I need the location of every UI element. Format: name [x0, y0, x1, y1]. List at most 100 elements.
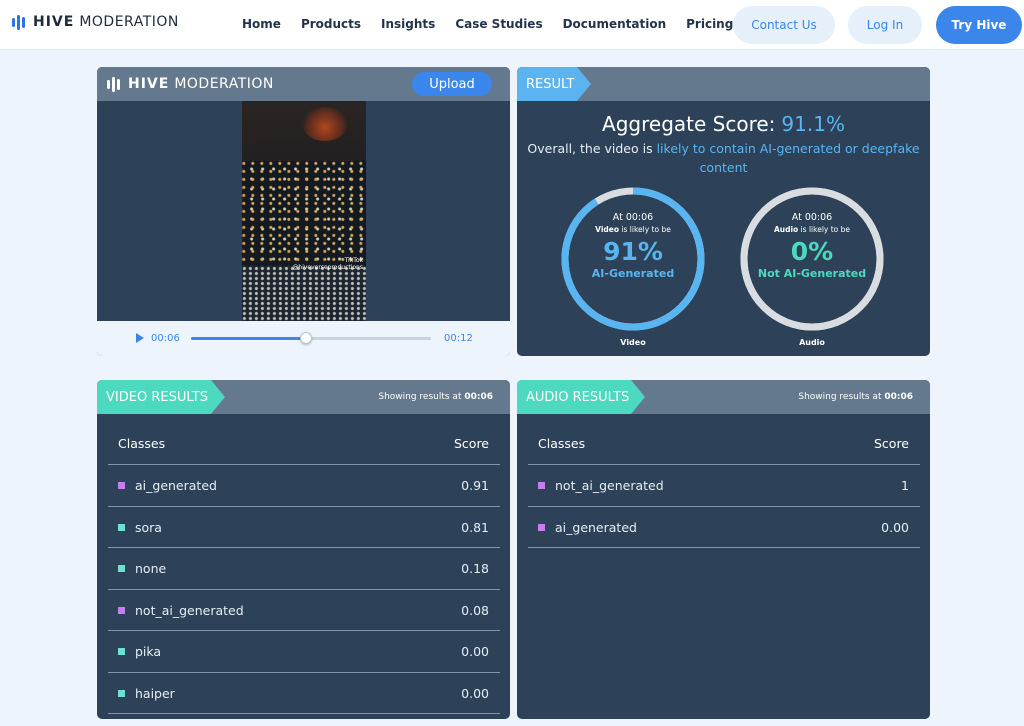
video-frame[interactable]: TikTok @hiveverseproductions [242, 101, 366, 321]
video-gauge-label: AI-Generated [591, 267, 675, 280]
overall-summary: Overall, the video is likely to contain … [527, 139, 920, 177]
table-row: ai_generated 0.00 [528, 507, 920, 548]
duration: 00:12 [444, 333, 473, 344]
overall-summary-highlight: likely to contain AI-generated or deepfa… [656, 141, 920, 175]
seek-bar[interactable] [191, 332, 431, 344]
audio-results-panel: AUDIO RESULTS Showing results at 00:06 C… [517, 380, 930, 719]
result-tag: RESULT [517, 67, 591, 101]
audio-results-rows: not_ai_generated 1 ai_generated 0.00 [528, 465, 920, 548]
player-header: HIVE MODERATION Upload [97, 67, 510, 101]
class-name: haiper [135, 685, 175, 701]
nav-links: Home Products Insights Case Studies Docu… [242, 17, 733, 31]
class-color-swatch [118, 523, 125, 531]
audio-results-showing: Showing results at 00:06 [798, 392, 913, 402]
class-score: 0.00 [461, 685, 489, 701]
hive-bars-icon [12, 14, 25, 30]
tiktok-watermark-app: TikTok [344, 257, 363, 264]
player-logo-moderation: MODERATION [174, 76, 274, 92]
class-score: 0.00 [461, 644, 489, 659]
hive-logo[interactable]: HIVE MODERATION [12, 14, 179, 30]
column-header-classes: Classes [118, 436, 166, 451]
city-lights [242, 161, 366, 271]
seek-handle[interactable] [300, 332, 312, 344]
hive-bars-icon [107, 76, 120, 92]
aggregate-score-value: 91.1% [781, 112, 845, 136]
audio-gauge-time: At 00:06 [791, 212, 833, 223]
audio-results-showing-time: 00:06 [884, 392, 913, 402]
video-results-rows: ai_generated 0.91 sora 0.81 none 0.18 not_a… [108, 465, 500, 714]
column-header-score: Score [873, 436, 909, 451]
class-name: pika [135, 644, 162, 659]
class-color-swatch [118, 482, 125, 489]
nav-link-products[interactable]: Products [301, 17, 361, 31]
seek-bar-fill [191, 337, 306, 340]
audio-gauge-kind-name: Audio [773, 225, 799, 234]
video-player-panel: HIVE MODERATION Upload TikTok @hiveverse… [97, 67, 510, 356]
audio-gauge-label: Not AI-Generated [757, 267, 867, 280]
video-lower-scene [242, 266, 366, 321]
video-gauge-kind-name: Video [595, 225, 620, 234]
class-color-swatch [118, 689, 125, 697]
tiktok-watermark-user: @hiveverseproductions [292, 264, 363, 271]
video-results-showing-time: 00:06 [464, 392, 493, 402]
class-color-swatch [538, 482, 545, 489]
logo-word-moderation: MODERATION [79, 14, 179, 30]
contact-us-button[interactable]: Contact Us [733, 6, 835, 44]
class-score: 0.91 [461, 478, 489, 493]
audio-gauge-percent: 0% [790, 237, 834, 266]
nav-link-pricing[interactable]: Pricing [686, 17, 733, 31]
audio-results-table-header: Classes Score [528, 414, 920, 465]
column-header-score: Score [453, 436, 489, 451]
player-logo: HIVE MODERATION [107, 76, 274, 92]
audio-score-gauge: At 00:06 Audio is likely to be 0% Not AI… [737, 184, 887, 334]
class-score: 0.18 [461, 561, 489, 576]
table-row: not_ai_generated 1 [528, 465, 920, 507]
table-row: ai_generated 0.91 [108, 465, 500, 507]
audio-gauge-text: At 00:06 Audio is likely to be 0% Not AI… [737, 212, 887, 281]
class-score: 1 [901, 478, 909, 493]
audio-results-tag: AUDIO RESULTS [517, 380, 645, 414]
class-score: 0.81 [461, 519, 489, 535]
class-color-swatch [538, 523, 545, 531]
class-name: ai_generated [555, 519, 637, 535]
class-name: sora [135, 519, 162, 535]
audio-gauge-caption: Audio [799, 338, 825, 347]
result-header: RESULT [517, 67, 930, 101]
class-color-swatch [118, 565, 125, 572]
audio-gauge-kind-suffix: is likely to be [798, 225, 851, 234]
video-gauge-kind: Video is likely to be [558, 224, 708, 235]
video-gauge-kind-suffix: is likely to be [619, 225, 671, 234]
nav-link-home[interactable]: Home [242, 17, 281, 31]
play-icon[interactable] [136, 333, 144, 343]
video-results-panel: VIDEO RESULTS Showing results at 00:06 C… [97, 380, 510, 719]
table-row: none 0.18 [108, 548, 500, 590]
video-gauge-text: At 00:06 Video is likely to be 91% AI-Ge… [558, 212, 708, 281]
top-navbar: HIVE MODERATION Home Products Insights C… [0, 0, 1024, 50]
try-hive-button[interactable]: Try Hive [936, 6, 1022, 44]
table-row: sora 0.81 [108, 507, 500, 548]
class-name: not_ai_generated [555, 478, 664, 493]
audio-gauge-kind: Audio is likely to be [737, 224, 887, 235]
player-logo-hive: HIVE [128, 76, 170, 92]
video-results-header: VIDEO RESULTS Showing results at 00:06 [97, 380, 510, 414]
video-results-showing: Showing results at 00:06 [378, 392, 493, 402]
tiktok-watermark: TikTok @hiveverseproductions [292, 257, 363, 271]
nav-link-documentation[interactable]: Documentation [563, 17, 667, 31]
nav-link-case-studies[interactable]: Case Studies [455, 17, 542, 31]
aggregate-score-label: Aggregate Score: [602, 112, 776, 136]
class-name: ai_generated [135, 478, 217, 493]
video-results-table-header: Classes Score [108, 414, 500, 465]
nav-link-insights[interactable]: Insights [381, 17, 435, 31]
video-gauge-time: At 00:06 [612, 212, 654, 223]
video-results-showing-prefix: Showing results at [378, 392, 465, 402]
upload-button[interactable]: Upload [412, 72, 492, 96]
log-in-button[interactable]: Log In [848, 6, 922, 44]
table-row: not_ai_generated 0.08 [108, 590, 500, 631]
class-name: not_ai_generated [135, 602, 244, 618]
column-header-classes: Classes [538, 436, 586, 451]
class-score: 0.00 [881, 519, 909, 535]
class-score: 0.08 [461, 602, 489, 618]
table-row: haiper 0.00 [108, 673, 500, 714]
video-gauge-percent: 91% [603, 237, 663, 266]
logo-word-hive: HIVE [33, 14, 75, 30]
